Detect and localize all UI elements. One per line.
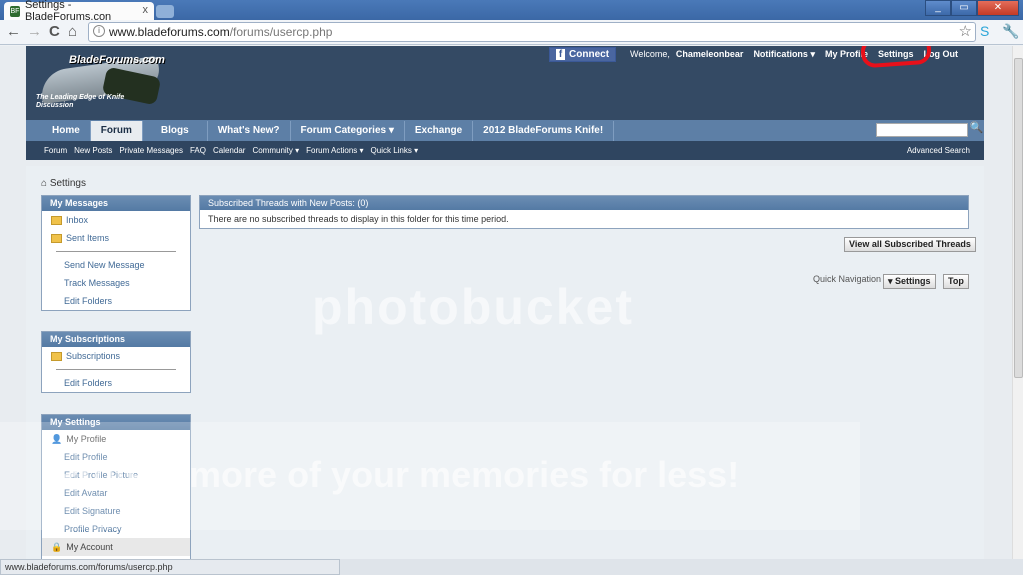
back-button[interactable]: ←: [6, 23, 21, 40]
subscribed-threads-title: Subscribed Threads with New Posts: (0): [200, 196, 968, 210]
window-controls: _ ▭ ✕: [925, 0, 1019, 16]
notifications-menu[interactable]: Notifications ▾: [753, 49, 815, 60]
page-info-icon[interactable]: i: [93, 25, 105, 37]
quick-navigation-label: Quick Navigation: [813, 274, 882, 284]
my-account-header: 🔒 My Account: [42, 538, 190, 556]
bookmark-star-icon[interactable]: ☆: [959, 22, 972, 40]
folder-icon: [51, 215, 62, 225]
wrench-menu-icon[interactable]: 🔧: [1002, 23, 1019, 40]
subnav-new-posts[interactable]: New Posts: [74, 146, 112, 155]
url-host: www.bladeforums.com: [109, 25, 230, 39]
send-new-message-link[interactable]: Send New Message: [42, 256, 190, 274]
edit-folders-link[interactable]: Edit Folders: [42, 292, 190, 310]
my-subscriptions-title: My Subscriptions: [42, 332, 190, 347]
tab-exchange[interactable]: Exchange: [405, 121, 474, 141]
new-tab-button[interactable]: [156, 5, 174, 18]
photobucket-promo-watermark: Protect more of your memories for less!: [55, 454, 740, 495]
home-icon[interactable]: ⌂: [41, 178, 47, 189]
folder-subscriptions[interactable]: Subscriptions: [42, 347, 190, 365]
site-favicon-icon: BF: [10, 5, 20, 17]
tab-whats-new[interactable]: What's New?: [208, 121, 291, 141]
close-window-button[interactable]: ✕: [977, 0, 1019, 16]
facebook-icon: f: [556, 48, 566, 60]
my-messages-title: My Messages: [42, 196, 190, 211]
my-account-label: My Account: [66, 542, 113, 552]
subnav-forum-actions[interactable]: Forum Actions ▾: [306, 146, 363, 155]
url-input[interactable]: i www.bladeforums.com/forums/usercp.php …: [88, 22, 976, 42]
settings-quicknav-button[interactable]: ▾ Settings: [883, 274, 936, 289]
subnav-community[interactable]: Community ▾: [252, 146, 299, 155]
scrollbar-thumb[interactable]: [1014, 58, 1023, 378]
folder-label: Inbox: [66, 215, 89, 225]
empty-message: There are no subscribed threads to displ…: [208, 214, 509, 224]
my-subscriptions-block: My Subscriptions Subscriptions Edit Fold…: [41, 331, 191, 393]
skype-extension-icon[interactable]: S: [980, 23, 989, 39]
nav-tabs: Home Forum Blogs What's New? Forum Categ…: [42, 121, 615, 141]
site-header: BladeForums.com The Leading Edge of Knif…: [26, 46, 984, 120]
folder-label: Sent Items: [66, 233, 110, 243]
divider: [56, 369, 176, 370]
subnav-calendar[interactable]: Calendar: [213, 146, 245, 155]
red-annotation-circle: [860, 46, 932, 69]
url-path: /forums/usercp.php: [229, 25, 333, 39]
maximize-button[interactable]: ▭: [951, 0, 977, 16]
subnav-forum[interactable]: Forum: [44, 146, 67, 155]
subnav-private-messages[interactable]: Private Messages: [119, 146, 183, 155]
subnav-faq[interactable]: FAQ: [190, 146, 206, 155]
subscriptions-edit-folders-link[interactable]: Edit Folders: [42, 374, 190, 392]
browser-tab-bar: BF Settings - BladeForums.con x _ ▭ ✕: [0, 0, 1023, 23]
tab-forum[interactable]: Forum: [90, 121, 143, 141]
home-button[interactable]: ⌂: [68, 23, 77, 40]
top-button[interactable]: Top: [943, 274, 969, 289]
minimize-button[interactable]: _: [925, 0, 951, 16]
folder-label: Subscriptions: [66, 351, 121, 361]
folder-sent-items[interactable]: Sent Items: [42, 229, 190, 247]
bottom-strip: [340, 559, 1023, 575]
tab-forum-categories[interactable]: Forum Categories ▾: [291, 121, 405, 141]
breadcrumb-current: Settings: [49, 178, 86, 189]
advanced-search-link[interactable]: Advanced Search: [907, 146, 970, 155]
reload-button[interactable]: C: [49, 23, 60, 40]
folder-icon: [51, 233, 62, 243]
divider: [56, 251, 176, 252]
tab-close-icon[interactable]: x: [143, 4, 149, 16]
view-all-subscribed-threads-button[interactable]: View all Subscribed Threads: [844, 237, 976, 252]
username-link[interactable]: Chameleonbear: [676, 49, 744, 59]
tab-home[interactable]: Home: [42, 121, 91, 141]
tab-bladeforums-knife[interactable]: 2012 BladeForums Knife!: [473, 121, 615, 141]
folder-inbox[interactable]: Inbox: [42, 211, 190, 229]
forward-button[interactable]: →: [27, 23, 42, 40]
sub-links: Forum New Posts Private Messages FAQ Cal…: [44, 141, 425, 160]
subnav-quick-links[interactable]: Quick Links ▾: [371, 146, 419, 155]
breadcrumb: ⌂ Settings: [41, 178, 86, 189]
browser-toolbar: ← → C ⌂ i www.bladeforums.com/forums/use…: [0, 20, 1023, 45]
fb-connect-label: Connect: [569, 48, 610, 60]
facebook-connect-button[interactable]: f Connect: [549, 46, 617, 62]
status-bar: www.bladeforums.com/forums/usercp.php: [0, 559, 340, 575]
folder-icon: [51, 351, 62, 361]
logo-tagline: The Leading Edge of Knife Discussion: [36, 94, 125, 109]
subscribed-threads-panel: Subscribed Threads with New Posts: (0) T…: [199, 195, 969, 229]
search-icon[interactable]: 🔍: [969, 121, 984, 140]
tab-blogs[interactable]: Blogs: [143, 121, 208, 141]
site-logo[interactable]: BladeForums.com The Leading Edge of Knif…: [34, 52, 165, 112]
track-messages-link[interactable]: Track Messages: [42, 274, 190, 292]
browser-tab[interactable]: BF Settings - BladeForums.con x: [4, 0, 154, 23]
photobucket-watermark: photobucket: [312, 279, 634, 335]
sub-navbar: Forum New Posts Private Messages FAQ Cal…: [26, 141, 984, 160]
web-page: BladeForums.com The Leading Edge of Knif…: [0, 46, 1012, 559]
my-messages-block: My Messages Inbox Sent Items Send New Me…: [41, 195, 191, 311]
logo-name: BladeForums.com: [69, 54, 165, 66]
search-input[interactable]: [876, 123, 968, 137]
lock-icon: 🔒: [51, 541, 63, 552]
page-scrollbar[interactable]: [1012, 46, 1023, 559]
main-navbar: Home Forum Blogs What's New? Forum Categ…: [26, 120, 984, 141]
welcome-text: Welcome,: [630, 49, 670, 59]
